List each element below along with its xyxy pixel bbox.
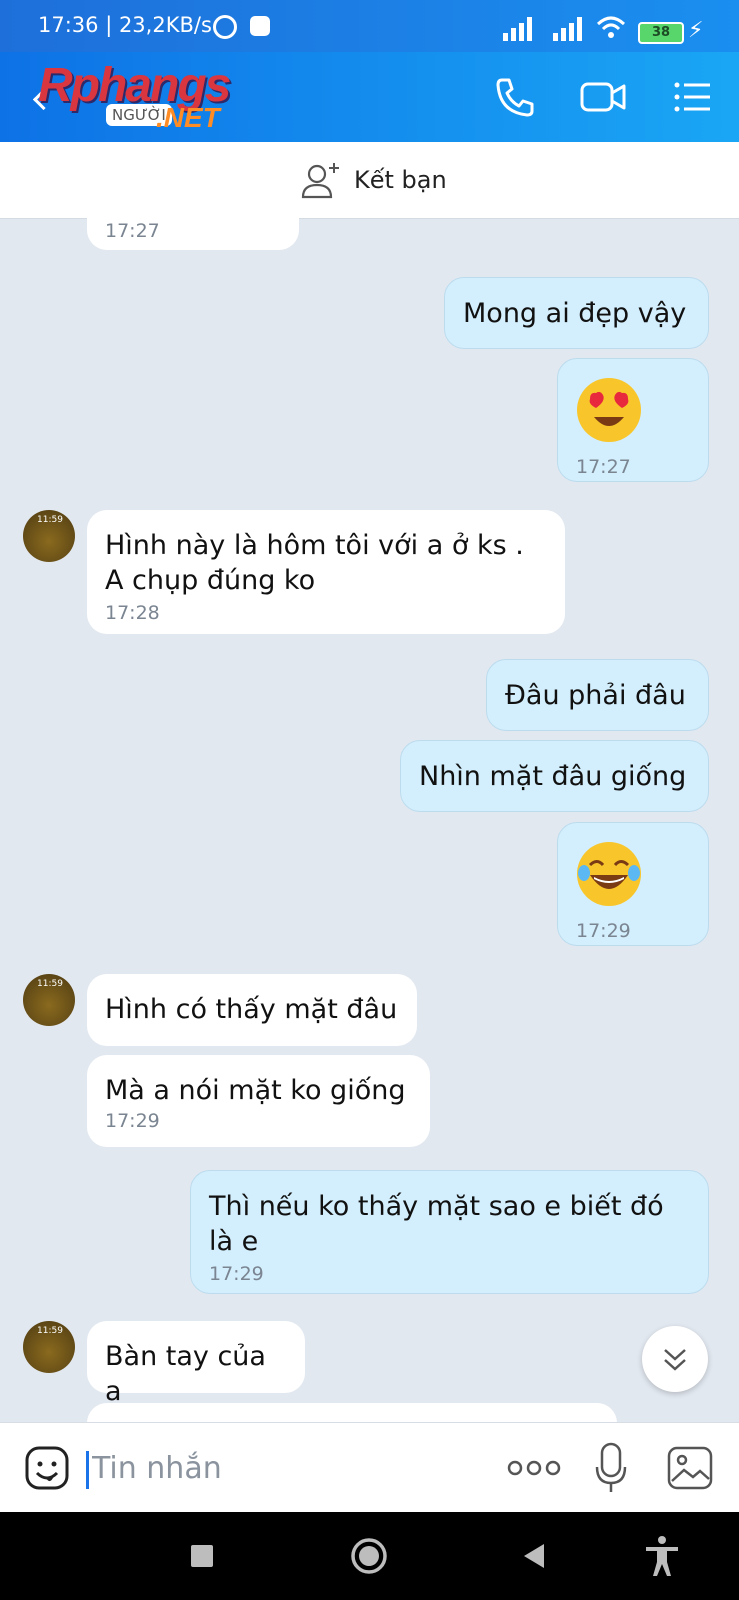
message-text: Mà a nói mặt ko giống: [105, 1075, 406, 1106]
message-bubble-outgoing[interactable]: Nhìn mặt đâu giống: [400, 740, 709, 812]
message-text: Hình này là hôm tôi với a ở ks . A chụp …: [105, 530, 524, 596]
logo-suffix: .NET: [156, 102, 220, 133]
message-bubble-incoming[interactable]: [87, 1403, 617, 1422]
message-text: Mong ai đẹp vậy: [463, 298, 687, 329]
contact-avatar[interactable]: 11:59: [23, 510, 75, 562]
contact-avatar[interactable]: 11:59: [23, 974, 75, 1026]
scroll-to-bottom-button[interactable]: [642, 1326, 708, 1392]
heart-eyes-emoji-icon: [577, 378, 641, 442]
message-time: 17:27: [576, 456, 631, 478]
message-input[interactable]: [92, 1445, 472, 1491]
chat-header: Rphangs NGƯỜI .NET: [0, 52, 739, 142]
more-options-icon[interactable]: [506, 1453, 562, 1483]
avatar-clock: 11:59: [37, 1326, 63, 1336]
sticker-icon[interactable]: [24, 1445, 70, 1491]
message-text: Bàn tay của a: [105, 1341, 266, 1407]
message-time: 17:29: [576, 920, 631, 942]
system-navigation-bar: [0, 1512, 739, 1600]
video-call-icon[interactable]: [578, 72, 628, 122]
text-caret: [86, 1451, 89, 1489]
contact-avatar[interactable]: 11:59: [23, 1321, 75, 1373]
phone-call-icon[interactable]: [490, 72, 540, 122]
message-text: Hình có thấy mặt đâu: [105, 994, 398, 1025]
microphone-icon[interactable]: [594, 1441, 628, 1495]
menu-list-icon[interactable]: [668, 72, 718, 122]
message-bubble-incoming[interactable]: Hình này là hôm tôi với a ở ks . A chụp …: [87, 510, 565, 634]
message-bubble-outgoing[interactable]: 17:29: [557, 822, 709, 946]
add-friend-button[interactable]: Kết bạn: [300, 158, 447, 202]
message-text: Thì nếu ko thấy mặt sao e biết đó là e: [209, 1191, 664, 1257]
message-time: 17:27: [105, 220, 160, 242]
message-bubble-incoming[interactable]: Hình có thấy mặt đâu: [87, 974, 417, 1046]
wifi-icon: [596, 16, 626, 38]
message-bubble-outgoing[interactable]: Thì nếu ko thấy mặt sao e biết đó là e 1…: [190, 1170, 709, 1294]
watermark-logo: Rphangs NGƯỜI .NET: [38, 58, 258, 138]
charging-icon: ⚡: [688, 18, 704, 43]
message-time: 17:28: [105, 602, 160, 624]
add-friend-bar: Kết bạn: [0, 142, 739, 219]
add-user-icon: [301, 163, 339, 199]
alarm-icon: [213, 15, 237, 39]
message-bubble-outgoing[interactable]: Mong ai đẹp vậy: [444, 277, 709, 349]
avatar-clock: 11:59: [37, 515, 63, 525]
avatar-clock: 11:59: [37, 979, 63, 989]
tears-of-joy-emoji-icon: [577, 842, 641, 906]
message-list[interactable]: 17:27 Mong ai đẹp vậy 17:27 11:59 Hình n…: [0, 218, 739, 1422]
double-chevron-down-icon: [664, 1349, 686, 1371]
status-bar: 17:36 | 23,2KB/s 38 ⚡: [0, 0, 739, 52]
signal-icon-2: [553, 17, 582, 41]
message-text: Nhìn mặt đâu giống: [419, 761, 687, 792]
add-friend-label: Kết bạn: [354, 166, 447, 194]
message-time: 17:29: [105, 1110, 160, 1132]
message-bubble-incoming[interactable]: Mà a nói mặt ko giống 17:29: [87, 1055, 430, 1147]
message-composer: [0, 1422, 739, 1513]
message-bubble-outgoing[interactable]: Đâu phải đâu: [486, 659, 709, 731]
status-time: 17:36 | 23,2KB/s: [38, 13, 212, 37]
signal-icon: [503, 17, 532, 41]
recent-apps-icon[interactable]: [178, 1532, 226, 1580]
battery-icon: 38: [638, 22, 684, 44]
message-bubble-outgoing[interactable]: 17:27: [557, 358, 709, 482]
message-time: 17:29: [209, 1263, 264, 1285]
image-gallery-icon[interactable]: [666, 1445, 714, 1491]
home-icon[interactable]: [345, 1532, 393, 1580]
accessibility-icon[interactable]: [638, 1532, 686, 1580]
message-bubble-incoming[interactable]: Bàn tay của a: [87, 1321, 305, 1407]
message-text: Đâu phải đâu: [505, 680, 686, 711]
back-icon[interactable]: [510, 1532, 558, 1580]
app-notification-icon: [250, 16, 270, 36]
message-bubble-incoming[interactable]: 17:27: [87, 218, 299, 250]
